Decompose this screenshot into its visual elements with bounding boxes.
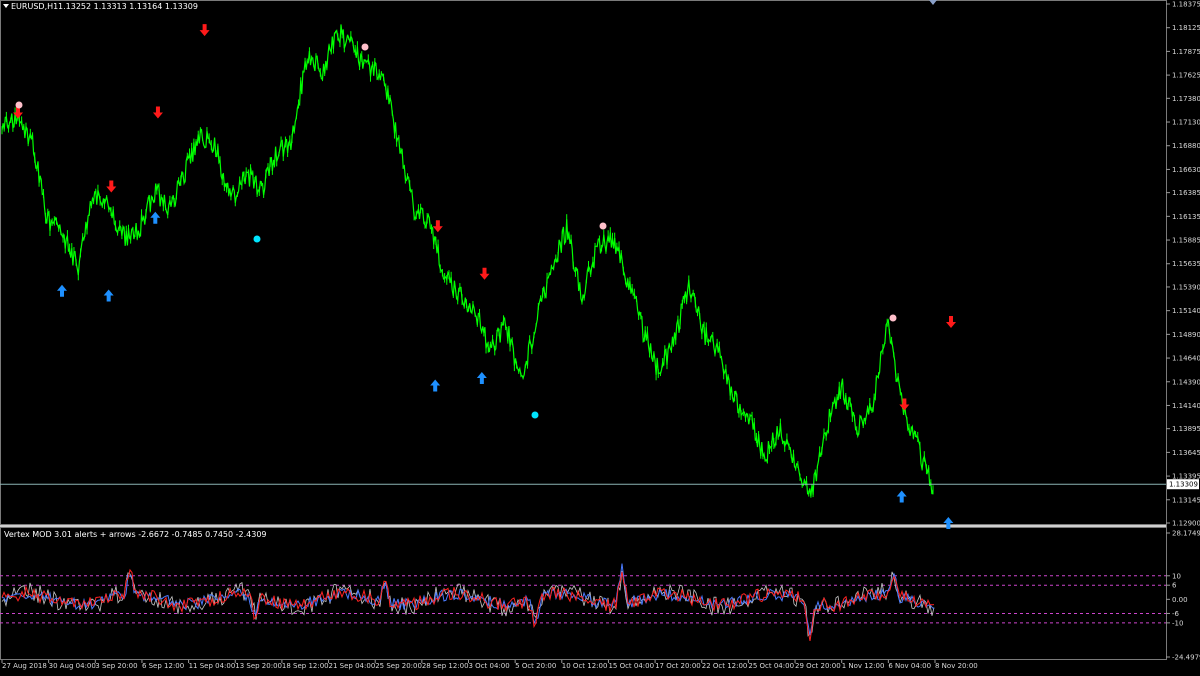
price-tick-label: 1.18375 xyxy=(1172,1,1200,9)
sell-arrow-icon xyxy=(899,398,910,411)
price-scale[interactable]: 1.18375 1.18125 1.17875 1.17625 1.17380 1.171… xyxy=(1166,1,1200,528)
price-tick-label: 1.16135 xyxy=(1172,213,1200,221)
indicator-envelope-line xyxy=(1,570,935,637)
metatrader-chart-window[interactable]: EURUSD,H1 1.13252 1.13313 1.13164 1.1330… xyxy=(0,0,1200,672)
sell-arrow-icon xyxy=(432,220,443,233)
sell-arrow-icon xyxy=(946,316,956,329)
price-tick-label: 1.15885 xyxy=(1172,237,1200,245)
indicator-series xyxy=(1,563,935,641)
price-tick-label: 1.13645 xyxy=(1172,449,1200,457)
time-tick-label: 11 Sep 04:00 xyxy=(189,662,236,670)
buy-arrow-icon xyxy=(476,371,487,384)
price-tick-label: 1.12900 xyxy=(1172,520,1200,528)
sell-arrow-icon xyxy=(199,24,210,37)
bottom-signal-dot xyxy=(253,235,261,243)
top-signal-dot xyxy=(15,101,23,109)
buy-arrow-icon xyxy=(103,289,114,302)
price-tick-label: 1.17625 xyxy=(1172,72,1200,80)
time-tick-label: 3 Oct 04:00 xyxy=(469,662,510,670)
buy-arrow-icon xyxy=(57,284,67,297)
time-tick-label: 29 Oct 20:00 xyxy=(795,662,841,670)
price-tick-label: 1.15390 xyxy=(1172,283,1200,291)
price-tick-label: 1.17130 xyxy=(1172,119,1200,127)
time-tick-label: 22 Oct 12:00 xyxy=(702,662,748,670)
top-signal-dot xyxy=(361,43,369,51)
price-tick-label: 1.16880 xyxy=(1172,142,1200,150)
time-tick-label: 15 Oct 04:00 xyxy=(608,662,654,670)
price-line xyxy=(1,24,934,497)
time-tick-label: 5 Oct 20:00 xyxy=(515,662,556,670)
time-axis[interactable]: 27 Aug 2018 30 Aug 04:00 3 Sep 20:00 6 Sep … xyxy=(1,660,978,670)
top-signal-dot xyxy=(599,222,607,230)
main-chart-frame xyxy=(0,0,1167,525)
price-tick-label: 1.16385 xyxy=(1172,189,1200,197)
price-tick-label: 1.14140 xyxy=(1172,402,1200,410)
indicator-tick-label: 10 xyxy=(1172,572,1181,580)
indicator-tick-label: -6 xyxy=(1172,610,1180,618)
indicator-title: Vertex MOD 3.01 alerts + arrows -2.6672 … xyxy=(4,530,267,539)
time-tick-label: 18 Sep 12:00 xyxy=(282,662,329,670)
price-tick-label: 1.13895 xyxy=(1172,425,1200,433)
sell-arrow-icon xyxy=(106,180,117,193)
price-tick-label: 1.13145 xyxy=(1172,496,1200,504)
time-tick-label: 17 Oct 20:00 xyxy=(655,662,701,670)
time-tick-label: 10 Oct 12:00 xyxy=(562,662,608,670)
time-tick-label: 6 Nov 04:00 xyxy=(888,662,931,670)
indicator-tick-label: 0.00 xyxy=(1172,596,1188,604)
time-tick-label: 21 Sep 04:00 xyxy=(329,662,376,670)
time-tick-label: 3 Sep 20:00 xyxy=(95,662,137,670)
indicator-tick-label: -10 xyxy=(1172,619,1183,627)
time-tick-label: 13 Sep 20:00 xyxy=(235,662,282,670)
chart-canvas[interactable]: EURUSD,H1 1.13252 1.13313 1.13164 1.1330… xyxy=(0,0,1200,672)
symbol-label: EURUSD,H1 xyxy=(11,2,58,11)
time-tick-label: 25 Sep 20:00 xyxy=(375,662,422,670)
indicator-fast-line xyxy=(1,568,935,641)
current-price-label: 1.13309 xyxy=(1169,481,1198,489)
chevron-down-icon[interactable] xyxy=(3,4,9,8)
signal-markers xyxy=(13,24,956,529)
price-tick-label: 1.14390 xyxy=(1172,378,1200,386)
chart-header: EURUSD,H1 1.13252 1.13313 1.13164 1.1330… xyxy=(3,2,198,11)
buy-arrow-icon xyxy=(150,211,161,224)
scroll-marker-icon[interactable] xyxy=(929,0,937,5)
indicator-scale[interactable]: 28.1749 10 6 0.00 -6-10 -24.4979 xyxy=(1166,530,1200,662)
time-tick-label: 28 Sep 12:00 xyxy=(422,662,469,670)
ohlc-readout: 1.13252 1.13313 1.13164 1.13309 xyxy=(58,2,198,11)
bottom-signal-dot xyxy=(531,411,539,419)
price-tick-label: 1.14640 xyxy=(1172,355,1200,363)
price-tick-label: 1.15635 xyxy=(1172,260,1200,268)
time-tick-label: 27 Aug 2018 xyxy=(2,662,47,670)
time-tick-label: 8 Nov 20:00 xyxy=(935,662,978,670)
time-tick-label: 1 Nov 12:00 xyxy=(842,662,885,670)
buy-arrow-icon xyxy=(896,490,907,503)
sell-arrow-icon xyxy=(152,106,163,119)
price-tick-label: 1.18125 xyxy=(1172,24,1200,32)
price-tick-label: 1.16630 xyxy=(1172,166,1200,174)
price-series xyxy=(1,24,934,498)
indicator-tick-label: -24.4979 xyxy=(1172,654,1200,662)
price-tick-label: 1.17875 xyxy=(1172,48,1200,56)
time-tick-label: 25 Oct 04:00 xyxy=(748,662,794,670)
time-tick-label: 6 Sep 12:00 xyxy=(142,662,184,670)
price-tick-label: 1.15140 xyxy=(1172,307,1200,315)
price-tick-label: 1.17380 xyxy=(1172,95,1200,103)
top-signal-dot xyxy=(889,314,897,322)
buy-arrow-icon xyxy=(430,379,441,392)
price-tick-label: 1.14890 xyxy=(1172,331,1200,339)
indicator-tick-label: 6 xyxy=(1172,582,1177,590)
time-tick-label: 30 Aug 04:00 xyxy=(49,662,96,670)
sell-arrow-icon xyxy=(479,267,490,280)
indicator-tick-label: 28.1749 xyxy=(1172,530,1200,538)
